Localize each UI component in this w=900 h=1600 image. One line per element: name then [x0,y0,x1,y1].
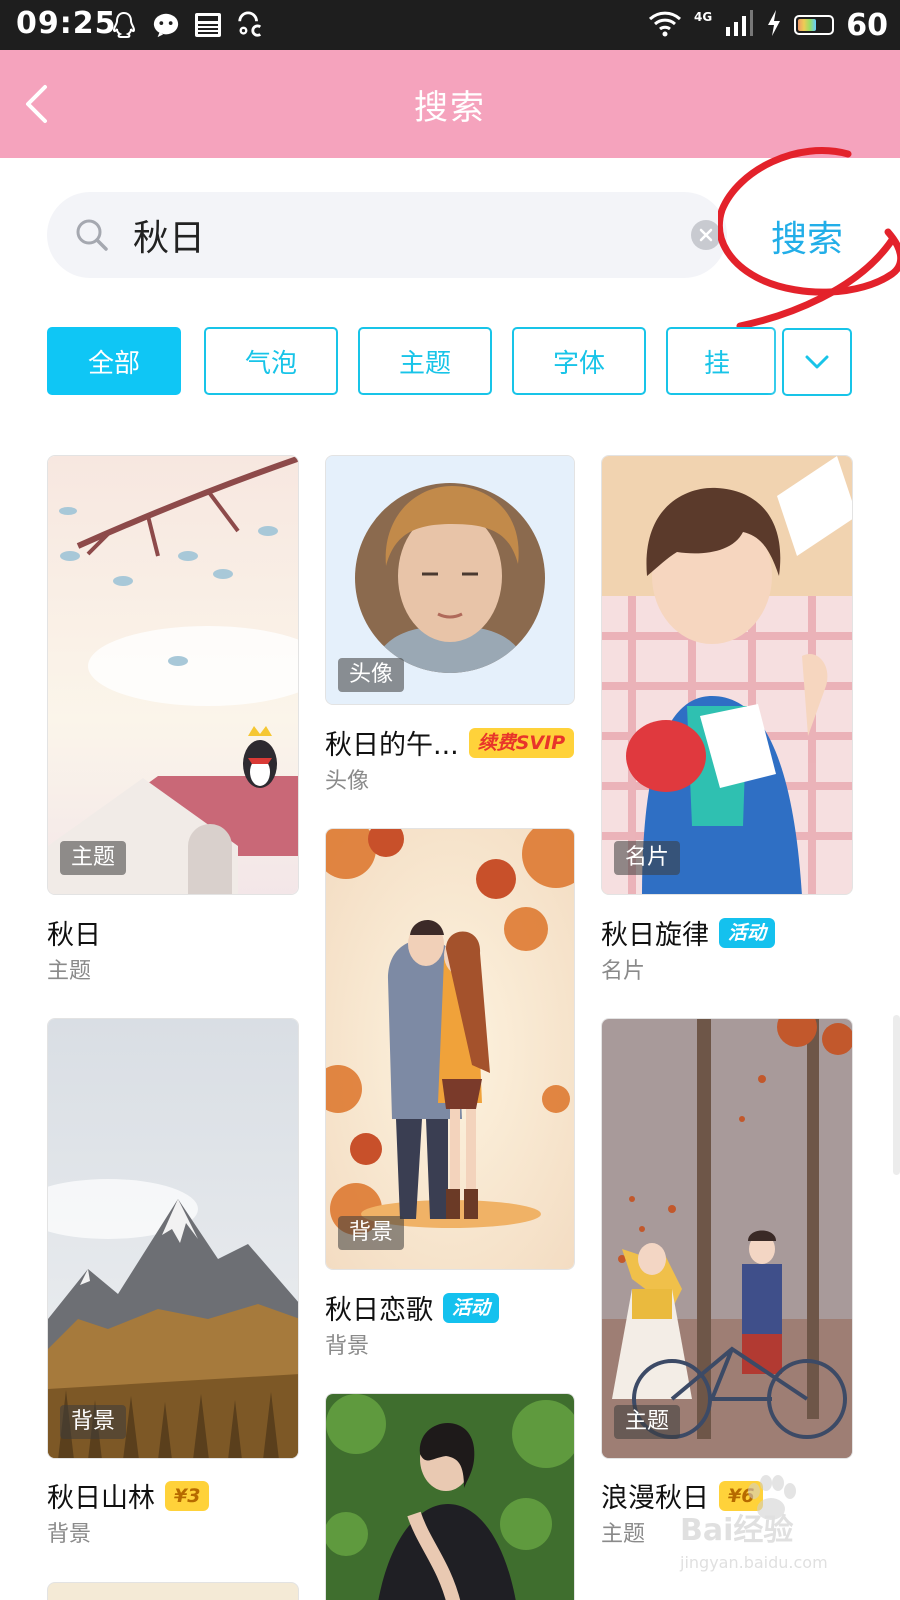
card-image[interactable] [325,1393,575,1600]
battery-level: 60 [846,7,888,43]
status-bar: 09:25 4G 60 [0,0,900,50]
card-tag: 名片 [614,841,681,875]
tab-all[interactable]: 全部 [47,327,181,395]
activity-badge: 活动 [443,1292,500,1323]
scrollbar[interactable] [893,1015,900,1175]
card-image[interactable]: 主题 [601,1018,853,1459]
card-title: 秋日山林 [47,1483,155,1514]
card-title-row: 秋日恋歌 活动 [325,1288,500,1327]
card-category: 主题 [601,1522,646,1547]
activity-badge: 活动 [719,917,776,948]
card-title-row: 浪漫秋日 ¥6 [601,1476,764,1515]
card-title: 浪漫秋日 [601,1483,709,1514]
wifi-icon [648,9,682,41]
card-category: 主题 [47,959,92,984]
notification-icons [110,10,264,40]
card-title-row: 秋日 [47,913,101,952]
price-badge: ¥3 [165,1480,210,1511]
search-button[interactable]: 搜索 [742,210,872,266]
card-category: 背景 [47,1522,92,1547]
svip-badge: 续费SVIP [468,727,575,758]
price-badge: ¥6 [719,1480,764,1511]
card-title-row: 秋日的午... 续费SVIP [325,723,575,762]
tab-font[interactable]: 字体 [512,327,646,395]
card-title: 秋日旋律 [601,920,709,951]
status-time: 09:25 [16,6,117,41]
card-category: 名片 [601,959,646,984]
chevron-down-icon [805,355,829,369]
tab-bubble[interactable]: 气泡 [204,327,338,395]
card-image[interactable]: 头像 [325,455,575,705]
search-input[interactable] [133,206,633,264]
watermark-url: jingyan.baidu.com [680,1553,828,1572]
charging-icon [766,9,782,41]
card-image[interactable]: 背景 [47,1018,299,1459]
news-icon [194,11,222,39]
title-bar: 搜索 [0,50,900,158]
card-category: 头像 [325,769,370,794]
result-card[interactable]: 背景 秋日恋歌 活动 背景 [325,828,575,1359]
card-tag: 主题 [60,841,127,875]
result-card[interactable] [47,1582,299,1600]
card-title-row: 秋日旋律 活动 [601,913,776,952]
network-type: 4G [694,10,713,24]
system-icons: 4G 60 [648,6,888,44]
card-title: 秋日恋歌 [325,1295,433,1326]
result-card[interactable]: 背景 秋日山林 ¥3 背景 [47,1018,299,1548]
card-title-row: 秋日山林 ¥3 [47,1476,210,1515]
tab-pendant[interactable]: 挂 [666,327,776,395]
card-image[interactable] [47,1582,299,1600]
filter-tabs: 全部 气泡 主题 字体 挂 [47,327,852,397]
search-box[interactable] [47,192,727,278]
card-image[interactable]: 名片 [601,455,853,895]
search-icon [76,219,108,251]
weather-icon [236,11,264,39]
result-card[interactable] [325,1393,575,1600]
card-tag: 背景 [338,1216,405,1250]
battery-icon [794,15,835,35]
card-image[interactable]: 主题 [47,455,299,895]
tab-theme[interactable]: 主题 [358,327,492,395]
qq-icon [110,11,138,39]
wechat-icon [152,11,180,39]
card-tag: 主题 [614,1405,681,1439]
card-image[interactable]: 背景 [325,828,575,1270]
result-card[interactable]: 主题 浪漫秋日 ¥6 主题 [601,1018,853,1548]
card-title: 秋日 [47,920,101,951]
card-title: 秋日的午... [325,730,459,761]
card-tag: 背景 [60,1405,127,1439]
card-tag: 头像 [338,658,405,692]
expand-tabs-button[interactable] [782,328,852,396]
card-category: 背景 [325,1334,370,1359]
result-card[interactable]: 主题 秋日 主题 [47,455,299,985]
signal-icon [724,9,754,41]
result-card[interactable]: 头像 秋日的午... 续费SVIP 头像 [325,455,575,795]
result-card[interactable]: 名片 秋日旋律 活动 名片 [601,455,853,985]
page-title: 搜索 [414,88,486,128]
clear-icon[interactable] [691,220,721,250]
